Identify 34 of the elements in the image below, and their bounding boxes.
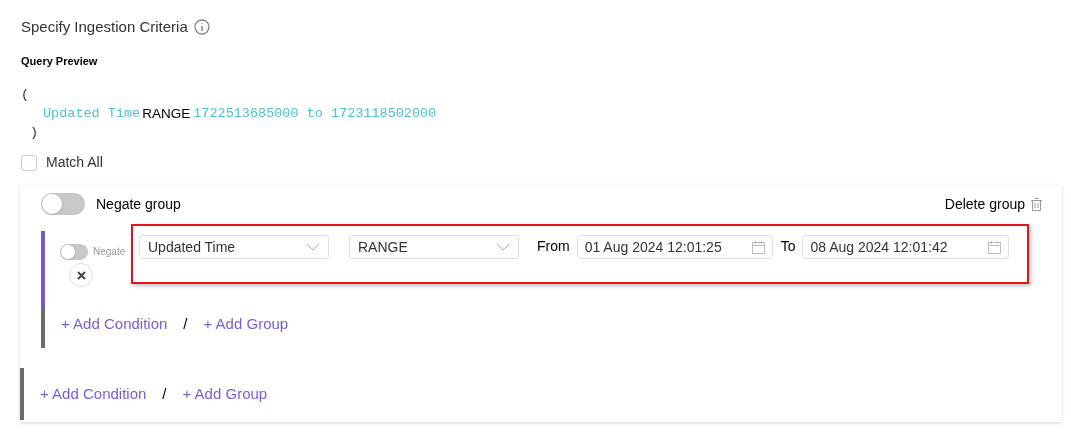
to-label: To (780, 237, 796, 256)
chevron-down-icon (496, 243, 510, 251)
chevron-down-icon (306, 243, 320, 251)
negate-label: Negate (93, 245, 126, 259)
add-condition-link[interactable]: + Add Condition (61, 313, 168, 336)
add-condition-link[interactable]: + Add Condition (40, 382, 147, 405)
trash-icon (1031, 197, 1042, 211)
separator: / (162, 383, 167, 404)
from-date-field[interactable]: 01 Aug 2024 12:01:25 (576, 235, 773, 259)
close-icon (76, 270, 86, 280)
query-preview-label: Query Preview (21, 53, 99, 69)
from-label: From (537, 237, 570, 256)
negate-group-label: Negate group (96, 194, 181, 214)
open-paren: ( (21, 86, 30, 104)
remove-condition-button[interactable] (69, 263, 93, 287)
to-date-field[interactable]: 08 Aug 2024 12:01:42 (802, 235, 1010, 259)
add-group-link[interactable]: + Add Group (203, 313, 289, 336)
info-icon[interactable] (193, 19, 210, 36)
add-group-link[interactable]: + Add Group (182, 382, 268, 405)
delete-group-button[interactable]: Delete group (944, 193, 1042, 215)
separator: / (183, 314, 188, 334)
query-field: Updated Time (43, 104, 141, 123)
close-paren: ) (29, 124, 39, 142)
match-all-checkbox[interactable] (21, 154, 37, 171)
operator-select[interactable]: RANGE (349, 235, 519, 259)
query-value: 1722513685000 to 1723118502000 (193, 105, 437, 123)
field-select[interactable]: Updated Time (139, 235, 329, 259)
toggle-switch[interactable] (41, 193, 85, 215)
toggle-switch[interactable] (60, 244, 88, 260)
calendar-icon (751, 240, 765, 254)
section-title: Specify Ingestion Criteria (21, 17, 188, 37)
match-all-label: Match All (46, 153, 103, 172)
query-operator: RANGE (142, 105, 191, 123)
calendar-icon (988, 240, 1002, 254)
